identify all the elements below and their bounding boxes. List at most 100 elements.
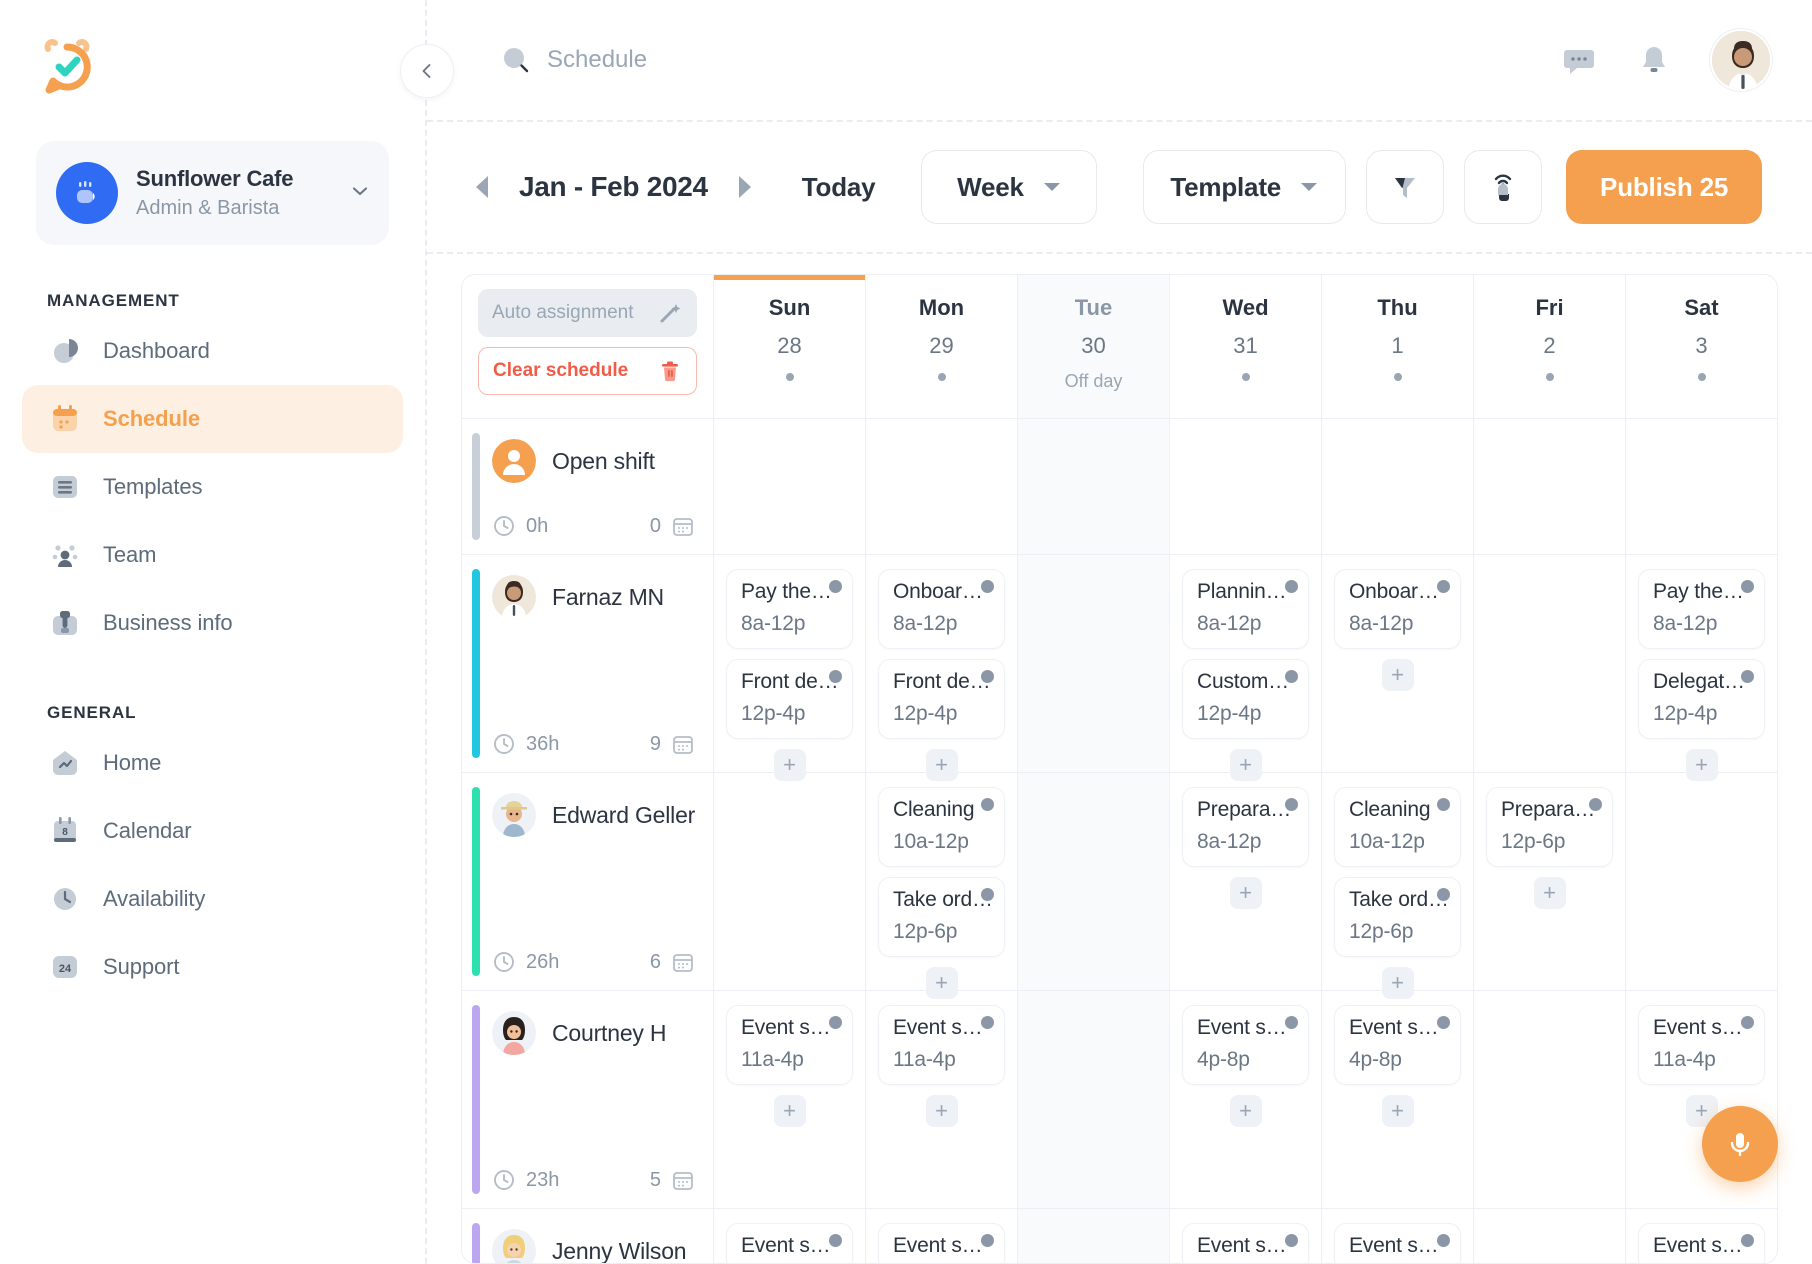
shift-card[interactable]: Delegat…12p-4p [1638,659,1765,739]
employee-info-cell[interactable]: Farnaz MN36h9 [462,555,714,772]
add-shift-button[interactable]: + [1534,877,1566,909]
schedule-cell[interactable]: Event s… [1170,1209,1322,1264]
employee-info-cell[interactable]: Open shift0h0 [462,419,714,554]
schedule-cell[interactable]: Plannin…8a-12pCustom…12p-4p+ [1170,555,1322,772]
add-shift-button[interactable]: + [1230,1095,1262,1127]
schedule-cell[interactable]: Prepara…8a-12p+ [1170,773,1322,990]
employee-info-cell[interactable]: Edward Geller26h6 [462,773,714,990]
schedule-cell[interactable] [714,773,866,990]
add-shift-button[interactable]: + [1382,1095,1414,1127]
publish-button[interactable]: Publish 25 [1566,150,1762,224]
sidebar-item-team[interactable]: Team [22,521,403,589]
shift-card[interactable]: Onboar…8a-12p [878,569,1005,649]
schedule-cell[interactable]: Prepara…12p-6p + [1474,773,1626,990]
shift-card[interactable]: Pay the…8a-12p [726,569,853,649]
day-column-header-sun[interactable]: Sun28 [714,275,866,418]
shift-card[interactable]: Event s… [1638,1223,1765,1264]
schedule-cell[interactable] [866,419,1018,554]
shift-card[interactable]: Plannin…8a-12p [1182,569,1309,649]
schedule-cell[interactable]: Event s… [866,1209,1018,1264]
shift-card[interactable]: Onboar…8a-12p [1334,569,1461,649]
schedule-cell[interactable]: Cleaning10a-12pTake ord…12p-6p+ [866,773,1018,990]
schedule-cell[interactable]: Onboar…8a-12pFront de…12p-4p+ [866,555,1018,772]
shift-card[interactable]: Cleaning10a-12p [878,787,1005,867]
schedule-cell[interactable]: Cleaning10a-12pTake ord…12p-6p+ [1322,773,1474,990]
workspace-selector[interactable]: Sunflower Cafe Admin & Barista [36,141,389,245]
schedule-cell[interactable] [1474,555,1626,772]
schedule-cell[interactable] [1626,773,1777,990]
schedule-cell[interactable] [1018,773,1170,990]
add-shift-button[interactable]: + [926,1095,958,1127]
sidebar-item-support[interactable]: 24Support [22,933,403,1001]
shift-card[interactable]: Take ord…12p-6p [878,877,1005,957]
notifications-button[interactable] [1636,42,1672,78]
view-mode-select[interactable]: Week [921,150,1097,224]
day-column-header-sat[interactable]: Sat3 [1626,275,1777,418]
schedule-cell[interactable]: Event s… [1322,1209,1474,1264]
voice-assistant-button[interactable] [1702,1106,1778,1182]
shift-card[interactable]: Event s…4p-8p [1182,1005,1309,1085]
schedule-cell[interactable] [1474,1209,1626,1264]
auto-assignment-button[interactable]: Auto assignment [478,289,697,337]
add-shift-button[interactable]: + [1230,877,1262,909]
day-column-header-fri[interactable]: Fri2 [1474,275,1626,418]
schedule-cell[interactable] [1018,1209,1170,1264]
schedule-cell[interactable]: Event s… [714,1209,866,1264]
sidebar-item-templates[interactable]: Templates [22,453,403,521]
shift-card[interactable]: Event s… [1334,1223,1461,1264]
schedule-cell[interactable] [1018,555,1170,772]
chevron-down-icon[interactable] [343,180,371,207]
sidebar-item-business-info[interactable]: Business info [22,589,403,657]
schedule-cell[interactable] [1474,991,1626,1208]
schedule-cell[interactable] [1322,419,1474,554]
broadcast-button[interactable] [1464,150,1542,224]
add-shift-button[interactable]: + [774,1095,806,1127]
shift-card[interactable]: Event s…4p-8p [1334,1005,1461,1085]
schedule-cell[interactable]: Pay the…8a-12pDelegat…12p-4p+ [1626,555,1777,772]
shift-card[interactable]: Event s… [878,1223,1005,1264]
user-avatar[interactable] [1710,29,1772,91]
day-column-header-mon[interactable]: Mon29 [866,275,1018,418]
today-button[interactable]: Today [802,172,876,203]
shift-card[interactable]: Front de…12p-4p [878,659,1005,739]
search-input[interactable]: Schedule [547,46,647,74]
shift-card[interactable]: Event s… [1182,1223,1309,1264]
schedule-cell[interactable] [1018,991,1170,1208]
template-select[interactable]: Template [1143,150,1346,224]
sidebar-collapse-button[interactable] [400,44,454,98]
schedule-cell[interactable]: Event s…11a-4p + [866,991,1018,1208]
shift-card[interactable]: Front de…12p-4p [726,659,853,739]
schedule-cell[interactable] [1170,419,1322,554]
schedule-cell[interactable] [1018,419,1170,554]
search-bar[interactable]: Schedule [499,43,647,77]
shift-card[interactable]: Event s…11a-4p [878,1005,1005,1085]
add-shift-button[interactable]: + [1382,659,1414,691]
shift-card[interactable]: Event s…11a-4p [726,1005,853,1085]
shift-card[interactable]: Pay the…8a-12p [1638,569,1765,649]
day-column-header-wed[interactable]: Wed31 [1170,275,1322,418]
shift-card[interactable]: Take ord…12p-6p [1334,877,1461,957]
schedule-cell[interactable] [1474,419,1626,554]
next-period-button[interactable] [722,165,766,209]
schedule-cell[interactable]: Pay the…8a-12pFront de…12p-4p+ [714,555,866,772]
day-column-header-tue[interactable]: Tue30Off day [1018,275,1170,418]
shift-card[interactable]: Event s…11a-4p [1638,1005,1765,1085]
sidebar-item-calendar[interactable]: 8Calendar [22,797,403,865]
employee-info-cell[interactable]: Courtney H23h5 [462,991,714,1208]
app-logo[interactable] [0,0,425,103]
shift-card[interactable]: Custom…12p-4p [1182,659,1309,739]
schedule-cell[interactable]: Event s…4p-8p + [1322,991,1474,1208]
shift-card[interactable]: Cleaning10a-12p [1334,787,1461,867]
previous-period-button[interactable] [461,165,505,209]
clear-schedule-button[interactable]: Clear schedule [478,347,697,395]
employee-info-cell[interactable]: Jenny Wilson [462,1209,714,1264]
shift-card[interactable]: Event s… [726,1223,853,1264]
schedule-cell[interactable]: Event s…4p-8p + [1170,991,1322,1208]
schedule-cell[interactable]: Onboar…8a-12p + [1322,555,1474,772]
sidebar-item-schedule[interactable]: Schedule [22,385,403,453]
shift-card[interactable]: Prepara…12p-6p [1486,787,1613,867]
schedule-cell[interactable] [714,419,866,554]
day-column-header-thu[interactable]: Thu1 [1322,275,1474,418]
sidebar-item-home[interactable]: Home [22,729,403,797]
schedule-cell[interactable]: Event s…11a-4p + [714,991,866,1208]
